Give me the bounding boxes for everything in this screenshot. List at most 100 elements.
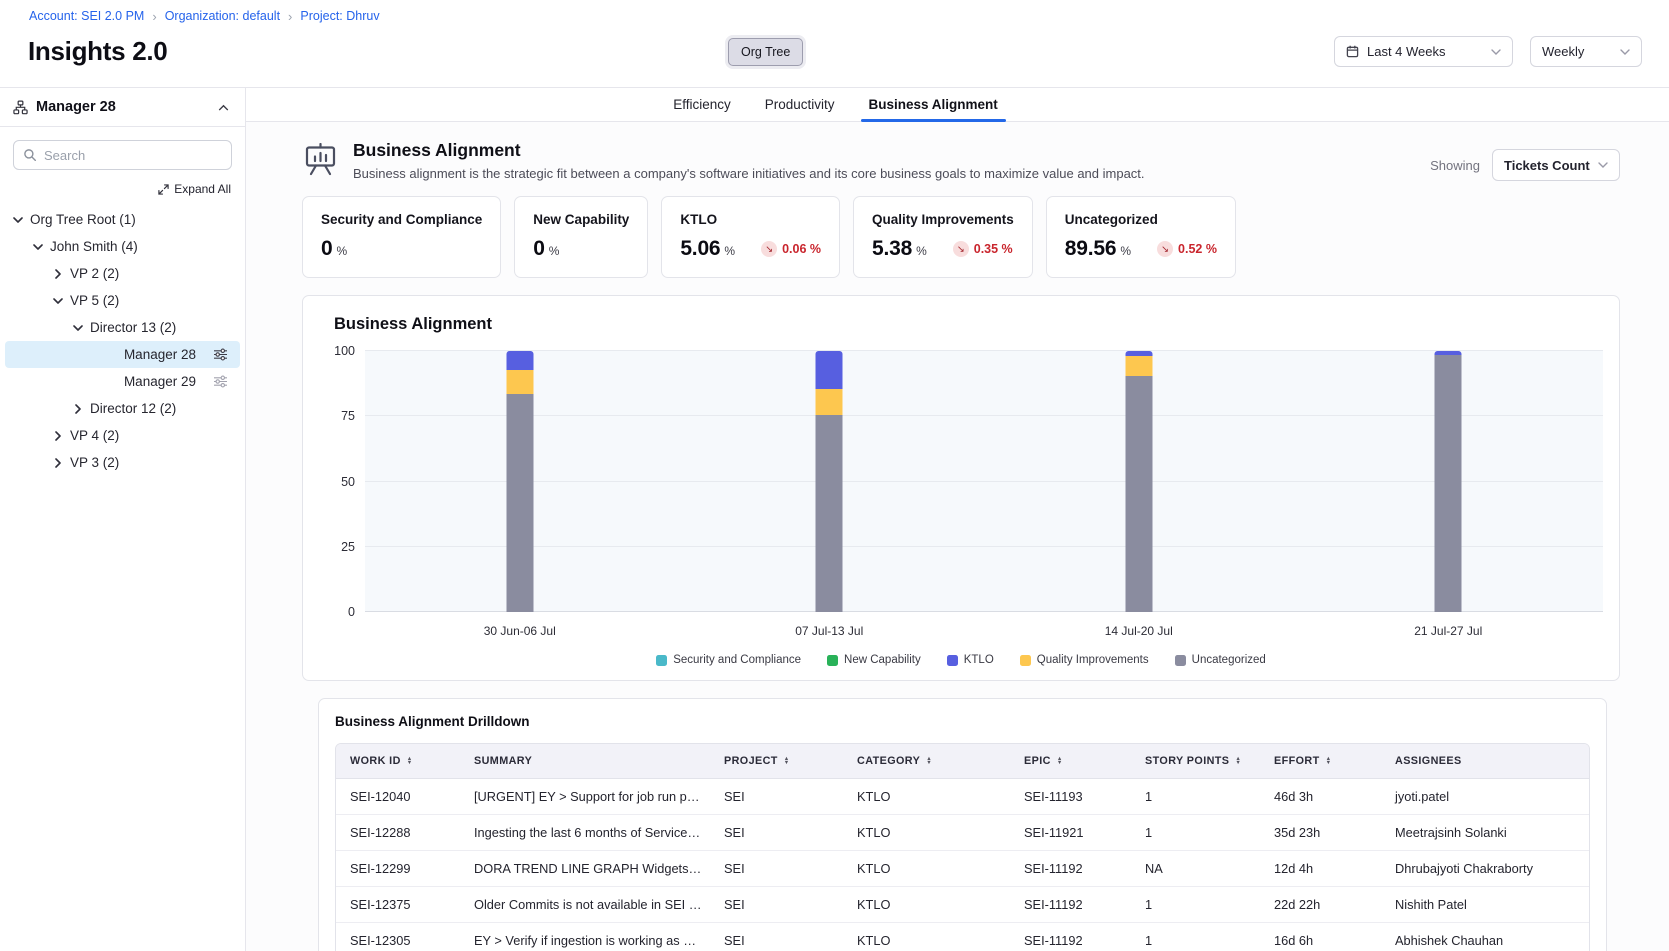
tree-item-manager-29[interactable]: Manager 29 <box>5 368 240 395</box>
y-tick-label: 0 <box>348 605 355 619</box>
date-range-select[interactable]: Last 4 Weeks <box>1334 36 1513 67</box>
sort-icon[interactable]: ▲▼ <box>784 757 790 766</box>
column-header-category[interactable]: CATEGORY▲▼ <box>843 744 1010 779</box>
tree-item-manager-28[interactable]: Manager 28 <box>5 341 240 368</box>
granularity-select[interactable]: Weekly <box>1530 36 1642 67</box>
filter-sliders-icon[interactable] <box>213 375 228 388</box>
legend-item-ktlo[interactable]: KTLO <box>947 654 994 666</box>
stat-card-unit: % <box>724 244 735 258</box>
table-row: SEI-12375Older Commits is not available … <box>336 887 1589 923</box>
bar-segment-uncategorized[interactable] <box>1125 376 1152 612</box>
stat-card-unit: % <box>916 244 927 258</box>
bar-segment-uncategorized[interactable] <box>816 415 843 612</box>
column-header-epic[interactable]: EPIC▲▼ <box>1010 744 1131 779</box>
app-header: Account: SEI 2.0 PM › Organization: defaul… <box>0 0 1669 88</box>
bar-segment-quality-improvements[interactable] <box>1125 356 1152 376</box>
calendar-icon <box>1346 45 1359 58</box>
tab-business-alignment[interactable]: Business Alignment <box>869 88 998 121</box>
cell-assignees: jyoti.patel <box>1381 779 1589 815</box>
drilldown-card: Business Alignment Drilldown WORK ID▲▼SU… <box>318 698 1607 951</box>
tree-item-vp-3-2[interactable]: VP 3 (2) <box>5 449 240 476</box>
sort-icon[interactable]: ▲▼ <box>407 757 413 766</box>
cell-work-id: SEI-12299 <box>336 851 460 887</box>
expand-all-button[interactable]: Expand All <box>0 182 231 196</box>
chevron-down-icon[interactable] <box>33 242 43 252</box>
legend-item-new-capability[interactable]: New Capability <box>827 654 921 666</box>
bar-segment-uncategorized[interactable] <box>1435 355 1462 612</box>
stat-cards: Security and Compliance0%New Capability0… <box>302 196 1620 278</box>
legend-item-uncategorized[interactable]: Uncategorized <box>1175 654 1266 666</box>
column-header-work-id[interactable]: WORK ID▲▼ <box>336 744 460 779</box>
stat-card-unit: % <box>1120 244 1131 258</box>
cell-epic: SEI-11192 <box>1010 851 1131 887</box>
stat-card-value-row: 5.06%↘0.06 % <box>680 237 821 261</box>
cell-epic: SEI-11192 <box>1010 887 1131 923</box>
chevron-down-icon[interactable] <box>73 323 83 333</box>
column-header-inner: ASSIGNEES <box>1395 755 1581 767</box>
legend-swatch <box>656 655 667 666</box>
tree-item-label: Manager 29 <box>124 374 196 389</box>
legend-swatch <box>827 655 838 666</box>
tree-item-org-tree-root-1[interactable]: Org Tree Root (1) <box>5 206 240 233</box>
delta-badge: ↘0.52 % <box>1157 241 1217 257</box>
bar-segment-ktlo[interactable] <box>816 351 843 389</box>
tab-productivity[interactable]: Productivity <box>765 88 835 121</box>
org-tree: Org Tree Root (1)John Smith (4)VP 2 (2)V… <box>0 204 245 478</box>
cell-work-id: SEI-12375 <box>336 887 460 923</box>
sidebar-collapse-button[interactable] <box>216 102 231 113</box>
legend-item-quality-improvements[interactable]: Quality Improvements <box>1020 654 1149 666</box>
tree-item-director-12-2[interactable]: Director 12 (2) <box>5 395 240 422</box>
search-input[interactable] <box>44 148 222 163</box>
chevron-down-icon[interactable] <box>53 296 63 306</box>
sort-icon[interactable]: ▲▼ <box>1057 757 1063 766</box>
bar-segment-quality-improvements[interactable] <box>816 389 843 415</box>
presentation-chart-icon <box>302 143 339 182</box>
legend-item-security-and-compliance[interactable]: Security and Compliance <box>656 654 801 666</box>
sort-icon[interactable]: ▲▼ <box>926 757 932 766</box>
showing-select[interactable]: Tickets Count <box>1492 149 1620 181</box>
bar-30-jun-06-jul[interactable] <box>506 351 533 612</box>
bar-21-jul-27-jul[interactable] <box>1435 351 1462 612</box>
bar-segment-ktlo[interactable] <box>506 351 533 370</box>
cell-effort: 35d 23h <box>1260 815 1381 851</box>
breadcrumb-item-account[interactable]: Account: SEI 2.0 PM <box>29 9 144 23</box>
y-tick-label: 25 <box>341 540 355 554</box>
cell-effort: 12d 4h <box>1260 851 1381 887</box>
tab-efficiency[interactable]: Efficiency <box>673 88 731 121</box>
sort-icon[interactable]: ▲▼ <box>1326 757 1332 766</box>
chevron-right-icon[interactable] <box>53 458 63 468</box>
x-tick-label: 21 Jul-27 Jul <box>1294 624 1604 638</box>
stat-card-title: Quality Improvements <box>872 212 1014 227</box>
cell-category: KTLO <box>843 815 1010 851</box>
sort-icon[interactable]: ▲▼ <box>1235 757 1241 766</box>
tree-item-vp-5-2[interactable]: VP 5 (2) <box>5 287 240 314</box>
column-header-story-points[interactable]: STORY POINTS▲▼ <box>1131 744 1260 779</box>
chevron-down-icon[interactable] <box>13 215 23 225</box>
tree-item-john-smith-4[interactable]: John Smith (4) <box>5 233 240 260</box>
column-header-effort[interactable]: EFFORT ▲▼ <box>1260 744 1381 779</box>
org-tree-button[interactable]: Org Tree <box>728 38 803 66</box>
breadcrumb-item-project[interactable]: Project: Dhruv <box>300 9 379 23</box>
bar-segment-quality-improvements[interactable] <box>506 370 533 394</box>
filter-sliders-icon[interactable] <box>213 348 228 361</box>
chevron-right-icon[interactable] <box>53 431 63 441</box>
bar-14-jul-20-jul[interactable] <box>1125 351 1152 612</box>
tabs: Efficiency Productivity Business Alignment <box>246 88 1669 122</box>
tree-item-vp-4-2[interactable]: VP 4 (2) <box>5 422 240 449</box>
breadcrumb-item-organization[interactable]: Organization: default <box>165 9 280 23</box>
trend-down-icon: ↘ <box>761 241 777 257</box>
column-header-project[interactable]: PROJECT▲▼ <box>710 744 843 779</box>
bar-slot <box>675 351 985 612</box>
column-label: EFFORT <box>1274 755 1320 767</box>
chevron-right-icon[interactable] <box>73 404 83 414</box>
x-tick-label: 30 Jun-06 Jul <box>365 624 675 638</box>
chevron-right-icon[interactable] <box>53 269 63 279</box>
delta-value: 0.06 % <box>782 242 821 256</box>
stat-card-value-row: 5.38%↘0.35 % <box>872 237 1014 261</box>
table-row: SEI-12299DORA TREND LINE GRAPH Widgets i… <box>336 851 1589 887</box>
tree-item-vp-2-2[interactable]: VP 2 (2) <box>5 260 240 287</box>
breadcrumb-separator-icon: › <box>288 10 292 23</box>
bar-segment-uncategorized[interactable] <box>506 394 533 612</box>
bar-07-jul-13-jul[interactable] <box>816 351 843 612</box>
tree-item-director-13-2[interactable]: Director 13 (2) <box>5 314 240 341</box>
